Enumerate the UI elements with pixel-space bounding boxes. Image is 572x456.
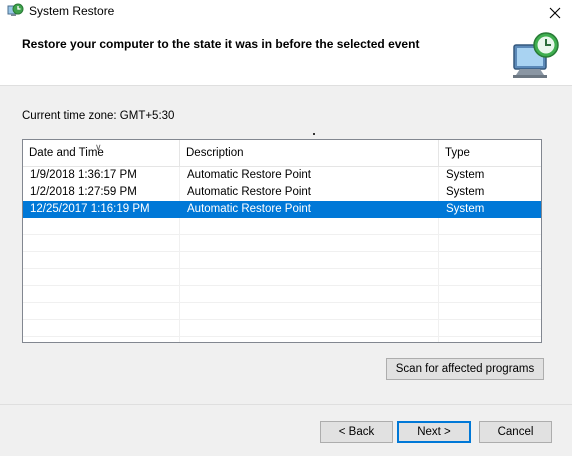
- row-type: System: [446, 169, 485, 181]
- row-description: Automatic Restore Point: [187, 186, 312, 198]
- cancel-button[interactable]: Cancel: [479, 421, 552, 443]
- row-type: System: [446, 186, 485, 198]
- row-date: 12/25/2017 1:16:19 PM: [30, 203, 150, 215]
- close-button[interactable]: [538, 0, 572, 26]
- timezone-label: Current time zone: GMT+5:30: [22, 110, 175, 122]
- list-body: 1/9/2018 1:36:17 PM Automatic Restore Po…: [23, 167, 541, 337]
- wizard-footer: < Back Next > Cancel: [0, 405, 572, 456]
- window-title: System Restore: [29, 4, 115, 18]
- scan-affected-programs-button[interactable]: Scan for affected programs: [386, 358, 544, 380]
- row-date: 1/9/2018 1:36:17 PM: [30, 169, 137, 181]
- sort-indicator-icon: ∨: [95, 142, 102, 152]
- empty-row: [23, 286, 541, 303]
- system-restore-icon: [7, 3, 24, 16]
- empty-row: [23, 320, 541, 337]
- restore-points-list[interactable]: ∨ Date and Time Description Type 1/9/201…: [22, 139, 542, 343]
- empty-row: [23, 252, 541, 269]
- row-type: System: [446, 203, 485, 215]
- restore-point-row[interactable]: 1/9/2018 1:36:17 PM Automatic Restore Po…: [23, 167, 541, 184]
- column-header-type[interactable]: Type: [439, 140, 541, 166]
- row-description: Automatic Restore Point: [187, 169, 312, 181]
- back-button[interactable]: < Back: [320, 421, 393, 443]
- empty-row: [23, 235, 541, 252]
- column-header-description[interactable]: Description: [180, 140, 439, 166]
- empty-row: [23, 269, 541, 286]
- restore-point-row[interactable]: 12/25/2017 1:16:19 PM Automatic Restore …: [23, 201, 541, 218]
- next-button[interactable]: Next >: [397, 421, 471, 443]
- empty-row: [23, 303, 541, 320]
- focus-dot: [313, 133, 315, 135]
- column-header-date[interactable]: ∨ Date and Time: [23, 140, 180, 166]
- system-restore-monitor-icon: [513, 32, 559, 78]
- wizard-header: Restore your computer to the state it wa…: [0, 26, 572, 85]
- close-icon: [549, 7, 561, 19]
- list-header: ∨ Date and Time Description Type: [23, 140, 541, 167]
- title-bar: System Restore: [0, 0, 572, 26]
- row-date: 1/2/2018 1:27:59 PM: [30, 186, 137, 198]
- content-panel: Current time zone: GMT+5:30 ∨ Date and T…: [0, 86, 572, 404]
- empty-row: [23, 218, 541, 235]
- restore-point-row[interactable]: 1/2/2018 1:27:59 PM Automatic Restore Po…: [23, 184, 541, 201]
- page-title: Restore your computer to the state it wa…: [22, 37, 420, 51]
- row-description: Automatic Restore Point: [187, 203, 312, 215]
